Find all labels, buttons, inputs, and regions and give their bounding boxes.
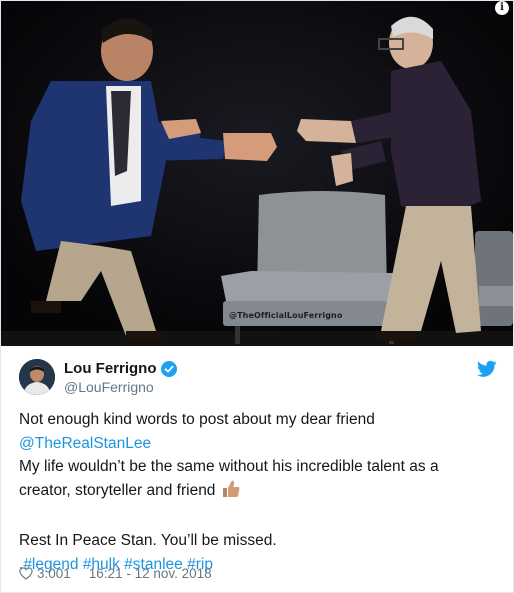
- tweet-line: Rest In Peace Stan. You’ll be missed.: [19, 532, 277, 549]
- tweet-timestamp[interactable]: 16:21 - 12 nov. 2018: [89, 566, 212, 581]
- avatar[interactable]: [19, 359, 55, 395]
- mention-link[interactable]: @TheRealStanLee: [19, 435, 151, 452]
- like-count[interactable]: 3.001: [37, 566, 71, 581]
- tweet-header: Lou Ferrigno @LouFerrigno: [19, 356, 499, 396]
- photo-watermark: @TheOfficialLouFerrigno: [229, 311, 343, 320]
- tweet-footer: 3.001 16:21 - 12 nov. 2018: [19, 566, 212, 581]
- tweet-line: creator, storyteller and friend: [19, 481, 216, 499]
- name-row[interactable]: Lou Ferrigno: [64, 360, 177, 377]
- info-icon[interactable]: i: [495, 1, 509, 15]
- thumbs-up-icon: [221, 479, 241, 507]
- tweet-text: Not enough kind words to post about my d…: [19, 408, 499, 576]
- display-name[interactable]: Lou Ferrigno: [64, 360, 157, 377]
- photo-illustration: [1, 1, 513, 346]
- tweet-photo[interactable]: i @TheOfficialLouFerrigno: [1, 1, 513, 346]
- heart-icon[interactable]: [19, 567, 33, 580]
- tweet-card: i @TheOfficialLouFerrigno Lou Ferrigno @…: [0, 0, 514, 593]
- verified-badge-icon: [160, 360, 177, 377]
- tweet-line: My life wouldn’t be the same without his…: [19, 458, 439, 475]
- avatar-image: [19, 359, 55, 395]
- author-handle[interactable]: @LouFerrigno: [64, 379, 154, 395]
- twitter-bird-icon[interactable]: [476, 360, 497, 378]
- tweet-line: Not enough kind words to post about my d…: [19, 411, 375, 428]
